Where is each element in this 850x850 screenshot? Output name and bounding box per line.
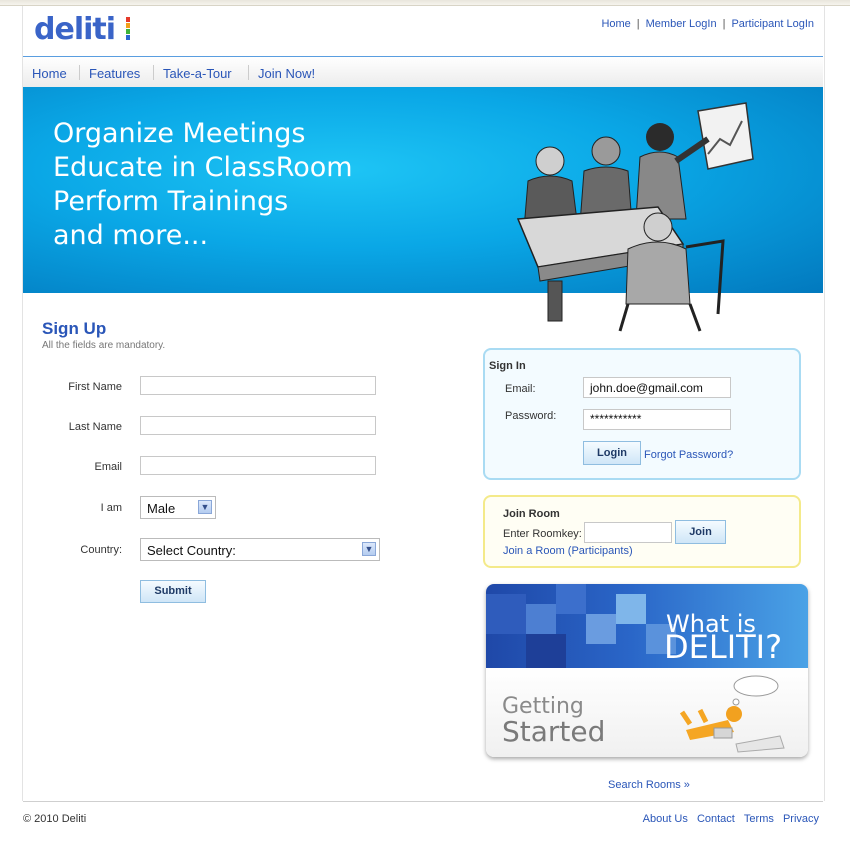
roomkey-input[interactable] — [584, 522, 672, 543]
nav-join-now[interactable]: Join Now! — [258, 66, 315, 81]
hero-line-4: and more... — [53, 220, 209, 251]
footer-divider — [23, 801, 823, 802]
country-select[interactable]: Select Country: ▼ — [140, 538, 380, 561]
mosaic-tile — [586, 614, 616, 644]
main-nav: Home Features Take-a-Tour Join Now! — [23, 56, 823, 87]
signin-title: Sign In — [489, 360, 526, 372]
mosaic-tile — [556, 584, 586, 614]
promo-deliti: DELITI? — [664, 628, 783, 666]
gender-select-value: Male — [147, 501, 176, 516]
email-label: Email — [94, 461, 122, 473]
promo-mosaic: What is DELITI? — [486, 584, 808, 668]
signin-email-input[interactable]: john.doe@gmail.com — [583, 377, 731, 398]
deliti-logo[interactable]: deliti — [34, 12, 116, 47]
separator: | — [636, 18, 640, 30]
last-name-label: Last Name — [68, 421, 122, 433]
logo-color-bars-icon — [126, 17, 130, 43]
forgot-password-link[interactable]: Forgot Password? — [644, 449, 733, 461]
footer-link-about-us[interactable]: About Us — [643, 813, 688, 825]
top-links: Home | Member LogIn | Participant LogIn — [601, 18, 814, 30]
footer-link-contact[interactable]: Contact — [697, 813, 735, 825]
hero-tagline: Organize Meetings Educate in ClassRoom P… — [53, 117, 353, 253]
email-input[interactable] — [140, 456, 376, 475]
separator: | — [722, 18, 726, 30]
top-link-home[interactable]: Home — [601, 18, 630, 30]
what-is-deliti-banner[interactable]: What is DELITI? Getting Started — [486, 584, 808, 757]
hero-banner: Organize Meetings Educate in ClassRoom P… — [23, 87, 823, 332]
nav-home[interactable]: Home — [32, 66, 67, 81]
iam-label: I am — [100, 502, 122, 514]
nav-features[interactable]: Features — [89, 66, 140, 81]
top-link-participant-login[interactable]: Participant LogIn — [731, 18, 814, 30]
chevron-down-icon: ▼ — [362, 542, 376, 556]
top-link-member-login[interactable]: Member LogIn — [646, 18, 717, 30]
last-name-input[interactable] — [140, 416, 376, 435]
hero-line-3: Perform Trainings — [53, 186, 289, 217]
nav-take-a-tour[interactable]: Take-a-Tour — [163, 66, 232, 81]
join-room-title: Join Room — [503, 508, 560, 520]
login-button[interactable]: Login — [583, 441, 641, 465]
gender-select[interactable]: Male ▼ — [140, 496, 216, 519]
hero-line-1: Organize Meetings — [53, 118, 306, 149]
mosaic-tile — [616, 594, 646, 624]
signin-password-input[interactable]: *********** — [583, 409, 731, 430]
signin-email-label: Email: — [505, 383, 536, 395]
meeting-illustration — [516, 102, 754, 332]
roomkey-label: Enter Roomkey: — [503, 528, 582, 540]
join-button[interactable]: Join — [675, 520, 726, 544]
search-rooms-link[interactable]: Search Rooms » — [608, 779, 690, 791]
join-room-participants-link[interactable]: Join a Room (Participants) — [503, 545, 633, 557]
mosaic-tile — [526, 604, 556, 634]
reading-figure-icon — [679, 675, 785, 753]
first-name-input[interactable] — [140, 376, 376, 395]
footer-link-privacy[interactable]: Privacy — [783, 813, 819, 825]
nav-divider — [153, 65, 154, 80]
footer-links: About Us Contact Terms Privacy — [637, 813, 819, 825]
first-name-label: First Name — [68, 381, 122, 393]
mosaic-tile — [526, 634, 566, 668]
nav-divider — [79, 65, 80, 80]
promo-started: Started — [502, 715, 606, 748]
signin-password-label: Password: — [505, 410, 557, 422]
nav-divider — [248, 65, 249, 80]
chevron-down-icon: ▼ — [198, 500, 212, 514]
footer-link-terms[interactable]: Terms — [744, 813, 774, 825]
country-label: Country: — [80, 544, 122, 556]
mosaic-tile — [486, 594, 526, 634]
signup-subtitle: All the fields are mandatory. — [42, 340, 166, 351]
submit-button[interactable]: Submit — [140, 580, 206, 603]
country-select-value: Select Country: — [147, 543, 236, 558]
promo-getting-started: Getting Started — [486, 668, 808, 757]
hero-line-2: Educate in ClassRoom — [53, 152, 353, 183]
copyright: © 2010 Deliti — [23, 813, 87, 825]
signup-title: Sign Up — [42, 319, 107, 338]
